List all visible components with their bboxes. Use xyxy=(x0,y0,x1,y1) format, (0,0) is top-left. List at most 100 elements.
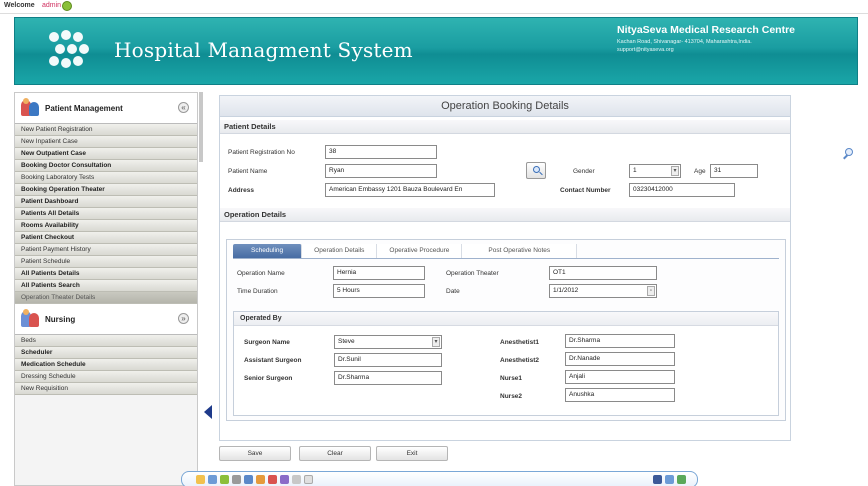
expand-toggle-icon[interactable]: » xyxy=(178,313,189,324)
gender-value: 1 xyxy=(633,167,637,174)
collapse-toggle-icon[interactable]: « xyxy=(178,102,189,113)
tab-scheduling[interactable]: Scheduling xyxy=(233,244,303,258)
sidebar-item-patients-all-details[interactable]: Patients All Details xyxy=(15,208,197,220)
duration-label: Time Duration xyxy=(237,288,278,295)
dropdown-arrow-icon[interactable]: ▾ xyxy=(432,337,440,347)
sidebar-scrollbar[interactable] xyxy=(199,92,203,162)
sidebar-item-patient-schedule[interactable]: Patient Schedule xyxy=(15,256,197,268)
sidebar-item-booking-laboratory-tests[interactable]: Booking Laboratory Tests xyxy=(15,172,197,184)
window-icon[interactable] xyxy=(304,475,313,484)
nurse-icon xyxy=(21,309,41,329)
exit-button[interactable]: Exit xyxy=(376,446,448,461)
settings-icon[interactable] xyxy=(280,475,289,484)
senior-surgeon-input[interactable]: Dr.Sharma xyxy=(334,371,442,385)
patient-details-header: Patient Details xyxy=(220,120,790,134)
sidebar-item-beds[interactable]: Beds xyxy=(15,335,197,347)
sidebar-item-new-inpatient-case[interactable]: New Inpatient Case xyxy=(15,136,197,148)
contact-label: Contact Number xyxy=(560,187,611,194)
collapse-sidebar-arrow-icon[interactable] xyxy=(204,405,212,419)
username-link[interactable]: admin xyxy=(42,2,61,9)
anesthetist1-input[interactable]: Dr.Sharma xyxy=(565,334,675,348)
theater-label: Operation Theater xyxy=(446,270,499,277)
operated-by-box: Operated By Surgeon Name Steve ▾ Assista… xyxy=(233,311,779,416)
sidebar-item-operation-theater-details[interactable]: Operation Theater Details xyxy=(15,292,197,304)
sidebar-item-scheduler[interactable]: Scheduler xyxy=(15,347,197,359)
magnifier-icon xyxy=(533,166,540,173)
sidebar-item-booking-operation-theater[interactable]: Booking Operation Theater xyxy=(15,184,197,196)
document-icon[interactable] xyxy=(232,475,241,484)
tab-post-operative-notes[interactable]: Post Operative Notes xyxy=(462,244,578,258)
tab-operative-procedure[interactable]: Operative Procedure xyxy=(377,244,463,258)
calendar-icon[interactable]: ▫ xyxy=(647,286,655,296)
note-icon[interactable] xyxy=(292,475,301,484)
senior-surgeon-label: Senior Surgeon xyxy=(244,375,293,382)
operation-tabs-panel: Scheduling Operation Details Operative P… xyxy=(226,239,786,421)
patient-management-section[interactable]: Patient Management « xyxy=(15,93,197,124)
anesthetist1-label: Anesthetist1 xyxy=(500,339,540,346)
sidebar-item-patient-payment-history[interactable]: Patient Payment History xyxy=(15,244,197,256)
user-status-icon xyxy=(62,1,72,11)
sidebar-item-patient-checkout[interactable]: Patient Checkout xyxy=(15,232,197,244)
org-address: Kachan Road, Shivanagar- 413704, Maharas… xyxy=(617,39,752,45)
sidebar-item-rooms-availability[interactable]: Rooms Availability xyxy=(15,220,197,232)
anesthetist2-label: Anesthetist2 xyxy=(500,357,540,364)
age-label: Age xyxy=(694,168,706,175)
duration-input[interactable]: 5 Hours xyxy=(333,284,425,298)
sidebar: Patient Management « New Patient Registr… xyxy=(14,92,198,486)
reg-no-label: Patient Registration No xyxy=(228,149,295,156)
anesthetist2-input[interactable]: Dr.Nanade xyxy=(565,352,675,366)
alert-icon[interactable] xyxy=(268,475,277,484)
main-panel: Operation Booking Details Patient Detail… xyxy=(219,95,791,441)
theater-input[interactable]: OT1 xyxy=(549,266,657,280)
users-icon[interactable] xyxy=(208,475,217,484)
nurse2-input[interactable]: Anushka xyxy=(565,388,675,402)
sidebar-item-all-patients-search[interactable]: All Patients Search xyxy=(15,280,197,292)
nursing-section[interactable]: Nursing » xyxy=(15,304,197,335)
age-input[interactable]: 31 xyxy=(710,164,758,178)
sidebar-item-medication-schedule[interactable]: Medication Schedule xyxy=(15,359,197,371)
org-info: NityaSeva Medical Research Centre Kachan… xyxy=(617,24,849,53)
tab-operation-details[interactable]: Operation Details xyxy=(302,244,378,258)
sidebar-item-booking-doctor-consultation[interactable]: Booking Doctor Consultation xyxy=(15,160,197,172)
op-name-label: Operation Name xyxy=(237,270,285,277)
assistant-surgeon-input[interactable]: Dr.Sunil xyxy=(334,353,442,367)
clear-button[interactable]: Clear xyxy=(299,446,371,461)
save-button[interactable]: Save xyxy=(219,446,291,461)
sidebar-item-patient-dashboard[interactable]: Patient Dashboard xyxy=(15,196,197,208)
zoom-icon[interactable] xyxy=(843,148,855,160)
gender-select[interactable]: 1 ▾ xyxy=(629,164,681,178)
star-icon[interactable] xyxy=(196,475,205,484)
sidebar-item-new-patient-registration[interactable]: New Patient Registration xyxy=(15,124,197,136)
sidebar-item-dressing-schedule[interactable]: Dressing Schedule xyxy=(15,371,197,383)
date-input[interactable]: 1/1/2012 ▫ xyxy=(549,284,657,298)
surgeon-value: Steve xyxy=(338,338,355,345)
share-icon[interactable] xyxy=(665,475,674,484)
sidebar-item-new-requisition[interactable]: New Requisition xyxy=(15,383,197,395)
patient-name-label: Patient Name xyxy=(228,168,268,175)
date-label: Date xyxy=(446,288,460,295)
app-title: Hospital Managment System xyxy=(114,38,413,62)
org-name: NityaSeva Medical Research Centre xyxy=(617,24,796,36)
facebook-icon[interactable] xyxy=(653,475,662,484)
sidebar-item-all-patients-details[interactable]: All Patients Details xyxy=(15,268,197,280)
dropdown-arrow-icon[interactable]: ▾ xyxy=(671,166,679,176)
patients-icon xyxy=(21,98,41,118)
tab-divider xyxy=(233,258,779,259)
address-label: Address xyxy=(228,187,255,194)
sidebar-item-new-outpatient-case[interactable]: New Outpatient Case xyxy=(15,148,197,160)
header-banner: Hospital Managment System NityaSeva Medi… xyxy=(14,17,858,85)
nurse1-input[interactable]: Anjali xyxy=(565,370,675,384)
chart-icon[interactable] xyxy=(220,475,229,484)
patient-name-input[interactable]: Ryan xyxy=(325,164,437,178)
search-patient-button[interactable] xyxy=(526,162,546,179)
op-name-input[interactable]: Hernia xyxy=(333,266,425,280)
surgeon-select[interactable]: Steve ▾ xyxy=(334,335,442,349)
address-input[interactable]: American Embassy 1201 Bauza Boulevard En xyxy=(325,183,495,197)
folder-icon[interactable] xyxy=(256,475,265,484)
contact-input[interactable]: 03230412000 xyxy=(629,183,735,197)
reg-no-input[interactable]: 38 xyxy=(325,145,437,159)
nurse2-label: Nurse2 xyxy=(500,393,523,400)
search-icon[interactable] xyxy=(244,475,253,484)
tab-bar: Scheduling Operation Details Operative P… xyxy=(233,244,578,258)
network-icon[interactable] xyxy=(677,475,686,484)
